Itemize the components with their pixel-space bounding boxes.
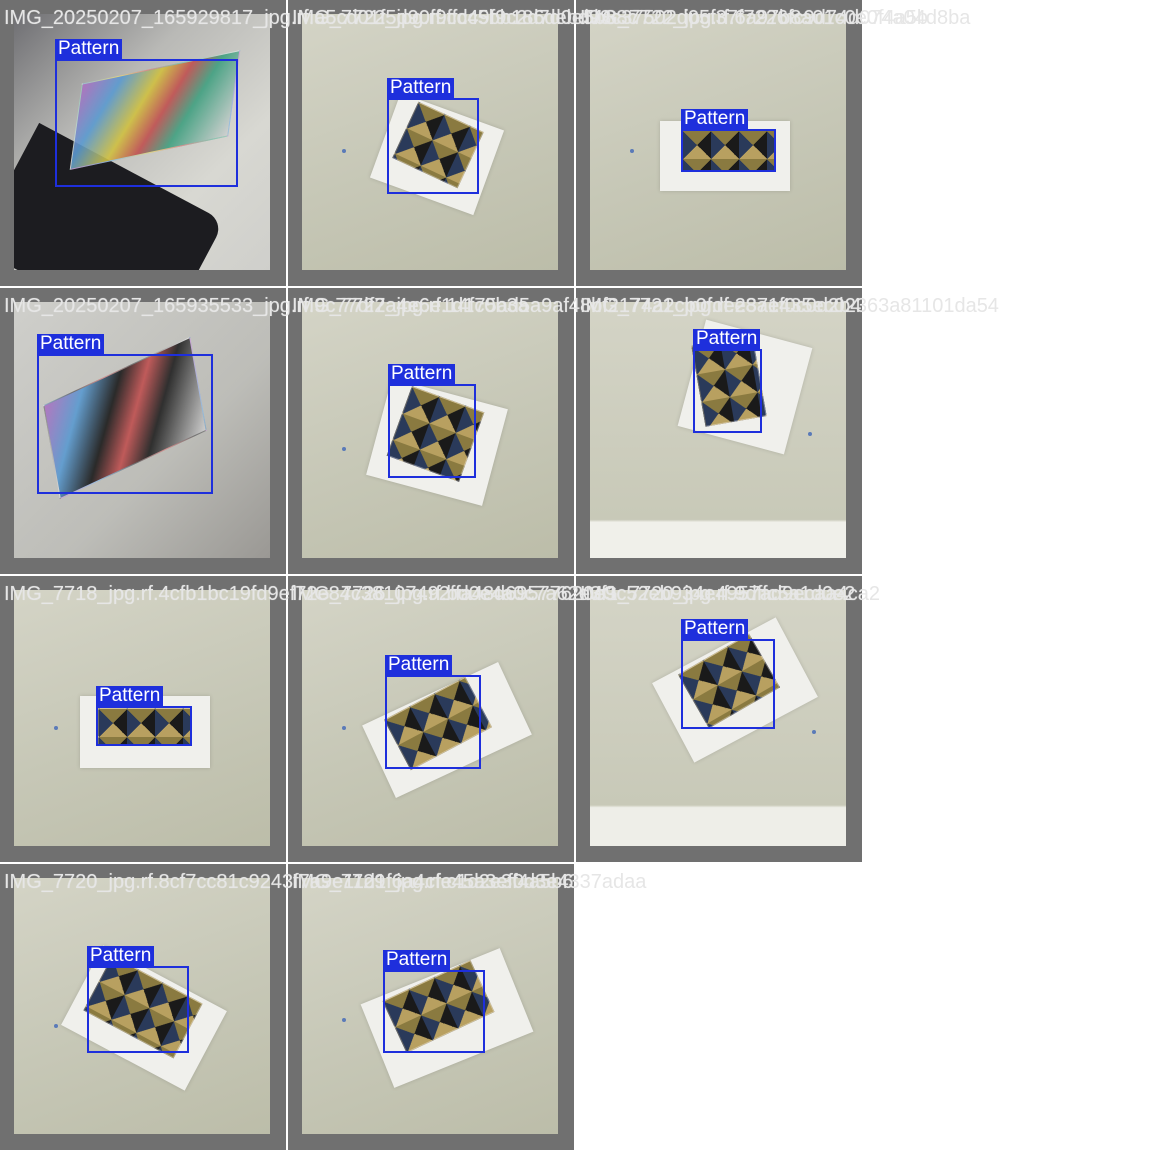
pen-mark (812, 730, 816, 734)
pen-mark (342, 447, 346, 451)
photo: Pattern (14, 14, 270, 270)
detection-box[interactable]: Pattern (693, 329, 762, 433)
photo: Pattern (302, 302, 558, 558)
image-tile[interactable]: Pattern (288, 576, 574, 862)
photo: Pattern (590, 590, 846, 846)
detection-label: Pattern (55, 39, 123, 59)
detection-label: Pattern (96, 686, 164, 706)
detection-label: Pattern (383, 950, 451, 970)
detection-label: Pattern (385, 655, 453, 675)
image-tile[interactable]: Pattern (0, 288, 286, 574)
detection-box[interactable]: Pattern (681, 619, 775, 729)
image-tile[interactable]: Pattern (288, 288, 574, 574)
detection-box[interactable]: Pattern (387, 78, 479, 194)
image-tile[interactable]: Pattern (0, 0, 286, 286)
image-tile[interactable]: Pattern (288, 864, 574, 1150)
detection-box[interactable]: Pattern (388, 364, 476, 478)
detection-box[interactable]: Pattern (385, 655, 481, 769)
image-tile[interactable]: Pattern (576, 288, 862, 574)
detection-label: Pattern (387, 78, 455, 98)
pen-mark (630, 149, 634, 153)
photo: Pattern (302, 14, 558, 270)
photo: Pattern (590, 14, 846, 270)
pen-mark (342, 149, 346, 153)
photo: Pattern (302, 590, 558, 846)
detection-box[interactable]: Pattern (37, 334, 213, 494)
photo: Pattern (590, 302, 846, 558)
photo: Pattern (14, 590, 270, 846)
detection-label: Pattern (681, 109, 749, 129)
image-tile[interactable]: Pattern (0, 576, 286, 862)
image-tile[interactable]: Pattern (576, 0, 862, 286)
pen-mark (808, 432, 812, 436)
photo: Pattern (14, 302, 270, 558)
detection-label: Pattern (87, 946, 155, 966)
photo: Pattern (14, 878, 270, 1134)
detection-box[interactable]: Pattern (681, 109, 776, 172)
pen-mark (54, 1024, 58, 1028)
detection-box[interactable]: Pattern (383, 950, 485, 1053)
image-tile[interactable]: Pattern (288, 0, 574, 286)
detection-box[interactable]: Pattern (96, 686, 192, 746)
image-tile[interactable]: Pattern (0, 864, 286, 1150)
pen-mark (342, 726, 346, 730)
detection-label: Pattern (388, 364, 456, 384)
detection-box[interactable]: Pattern (55, 39, 238, 187)
detection-label: Pattern (37, 334, 105, 354)
detection-label: Pattern (693, 329, 761, 349)
pen-mark (54, 726, 58, 730)
detection-label: Pattern (681, 619, 749, 639)
detection-box[interactable]: Pattern (87, 946, 189, 1053)
pen-mark (342, 1018, 346, 1022)
photo: Pattern (302, 878, 558, 1134)
image-tile[interactable]: Pattern (576, 576, 862, 862)
